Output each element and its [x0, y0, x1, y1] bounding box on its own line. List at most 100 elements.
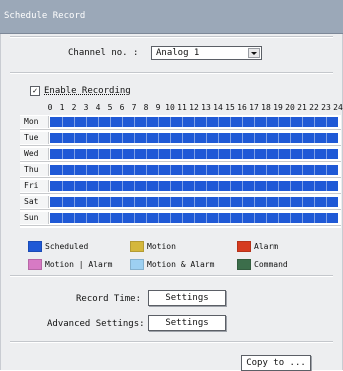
hour-gridline	[98, 133, 99, 143]
hour-gridline	[326, 133, 327, 143]
hour-gridline	[182, 133, 183, 143]
hour-gridline	[62, 181, 63, 191]
hour-gridline	[122, 165, 123, 175]
record-time-label: Record Time:	[76, 294, 142, 304]
hour-gridline	[62, 117, 63, 127]
schedule-bar[interactable]	[50, 117, 338, 127]
hour-gridline	[206, 197, 207, 207]
hour-gridline	[302, 213, 303, 223]
schedule-bar[interactable]	[50, 197, 338, 207]
hour-gridline	[74, 165, 75, 175]
hour-gridline	[122, 117, 123, 127]
hour-gridline	[74, 149, 75, 159]
hour-gridline	[134, 165, 135, 175]
channel-label: Channel no. :	[68, 48, 139, 58]
hour-gridline	[146, 165, 147, 175]
enable-recording-label[interactable]: Enable Recording	[44, 86, 131, 96]
hour-gridline	[194, 197, 195, 207]
hour-label: 19	[273, 103, 283, 112]
hour-gridline	[278, 117, 279, 127]
hour-gridline	[326, 181, 327, 191]
hour-label: 9	[155, 103, 161, 112]
hour-gridline	[206, 213, 207, 223]
hour-gridline	[242, 213, 243, 223]
record-time-settings-button[interactable]: Settings	[148, 290, 226, 306]
copy-to-button[interactable]: Copy to ...	[241, 355, 311, 371]
hour-gridline	[86, 117, 87, 127]
hour-label: 11	[177, 103, 187, 112]
row-divider	[20, 193, 341, 194]
hour-gridline	[194, 133, 195, 143]
hour-gridline	[98, 165, 99, 175]
schedule-row-mon[interactable]: Mon	[20, 116, 341, 129]
hour-gridline	[278, 149, 279, 159]
hour-gridline	[278, 165, 279, 175]
hour-gridline	[146, 197, 147, 207]
schedule-grid[interactable]: Mon Tue Wed Thu Fri Sat Sun	[20, 115, 341, 228]
hour-gridline	[230, 117, 231, 127]
hour-gridline	[158, 117, 159, 127]
hour-gridline	[134, 181, 135, 191]
hour-gridline	[146, 133, 147, 143]
hour-gridline	[170, 117, 171, 127]
hour-label: 13	[201, 103, 211, 112]
hour-gridline	[206, 165, 207, 175]
legend-label: Motion | Alarm	[45, 260, 113, 269]
hour-gridline	[194, 117, 195, 127]
schedule-row-sun[interactable]: Sun	[20, 212, 341, 225]
hour-gridline	[170, 213, 171, 223]
hour-label: 3	[83, 103, 89, 112]
hour-gridline	[314, 197, 315, 207]
hour-gridline	[134, 213, 135, 223]
schedule-bar[interactable]	[50, 213, 338, 223]
day-label: Wed	[20, 148, 49, 160]
hour-gridline	[158, 165, 159, 175]
hour-label: 10	[165, 103, 175, 112]
channel-select[interactable]: Analog 1	[151, 46, 262, 60]
legend-label: Motion & Alarm	[147, 260, 215, 269]
schedule-row-thu[interactable]: Thu	[20, 164, 341, 177]
hour-gridline	[98, 149, 99, 159]
legend-swatch	[28, 259, 42, 270]
hour-gridline	[122, 213, 123, 223]
hour-label: 16	[237, 103, 247, 112]
hour-gridline	[302, 117, 303, 127]
hour-gridline	[62, 165, 63, 175]
schedule-bar[interactable]	[50, 181, 338, 191]
hour-gridline	[86, 165, 87, 175]
schedule-bar[interactable]	[50, 149, 338, 159]
hour-gridline	[326, 149, 327, 159]
enable-recording-checkbox[interactable]: ✓	[30, 86, 40, 96]
hour-gridline	[206, 117, 207, 127]
schedule-row-fri[interactable]: Fri	[20, 180, 341, 193]
advanced-settings-label: Advanced Settings:	[47, 319, 145, 329]
chevron-down-icon[interactable]	[248, 48, 260, 58]
channel-select-value: Analog 1	[156, 48, 200, 58]
schedule-row-tue[interactable]: Tue	[20, 132, 341, 145]
schedule-bar[interactable]	[50, 165, 338, 175]
schedule-row-sat[interactable]: Sat	[20, 196, 341, 209]
hour-gridline	[314, 165, 315, 175]
hour-gridline	[182, 213, 183, 223]
hour-gridline	[122, 133, 123, 143]
hour-gridline	[266, 149, 267, 159]
hour-gridline	[302, 133, 303, 143]
hour-gridline	[86, 181, 87, 191]
hour-gridline	[170, 165, 171, 175]
hour-gridline	[98, 197, 99, 207]
legend-label: Scheduled	[45, 242, 89, 251]
hour-gridline	[86, 197, 87, 207]
hour-gridline	[314, 133, 315, 143]
hour-label: 14	[213, 103, 223, 112]
schedule-bar[interactable]	[50, 133, 338, 143]
hour-gridline	[62, 213, 63, 223]
advanced-settings-button[interactable]: Settings	[148, 315, 226, 331]
hour-gridline	[206, 181, 207, 191]
hour-gridline	[290, 165, 291, 175]
hour-gridline	[170, 197, 171, 207]
hour-gridline	[218, 197, 219, 207]
hour-gridline	[110, 117, 111, 127]
schedule-row-wed[interactable]: Wed	[20, 148, 341, 161]
legend-swatch	[237, 241, 251, 252]
day-label: Sat	[20, 196, 49, 208]
